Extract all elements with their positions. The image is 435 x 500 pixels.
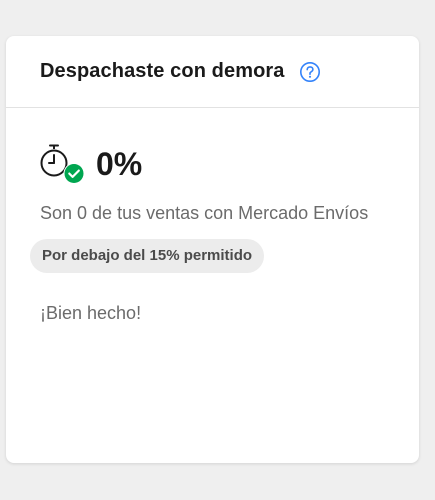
metric-row: 0% xyxy=(40,144,419,184)
feedback-message: ¡Bien hecho! xyxy=(40,303,142,323)
card-body: 0% Son 0 de tus ventas con Mercado Envío… xyxy=(6,108,419,324)
status-badge: Por debajo del 15% permitido xyxy=(30,239,265,273)
delayed-shipping-card: Despachaste con demora 0% Son 0 de tus v… xyxy=(6,36,419,463)
metric-description: Son 0 de tus ventas con Mercado Envíos xyxy=(40,203,369,223)
stopwatch-check-icon xyxy=(40,144,88,184)
metric-value: 0% xyxy=(96,145,143,182)
card-title: Despachaste con demora xyxy=(40,60,285,82)
card-header: Despachaste con demora xyxy=(6,36,419,108)
question-circle-icon[interactable] xyxy=(299,61,321,83)
